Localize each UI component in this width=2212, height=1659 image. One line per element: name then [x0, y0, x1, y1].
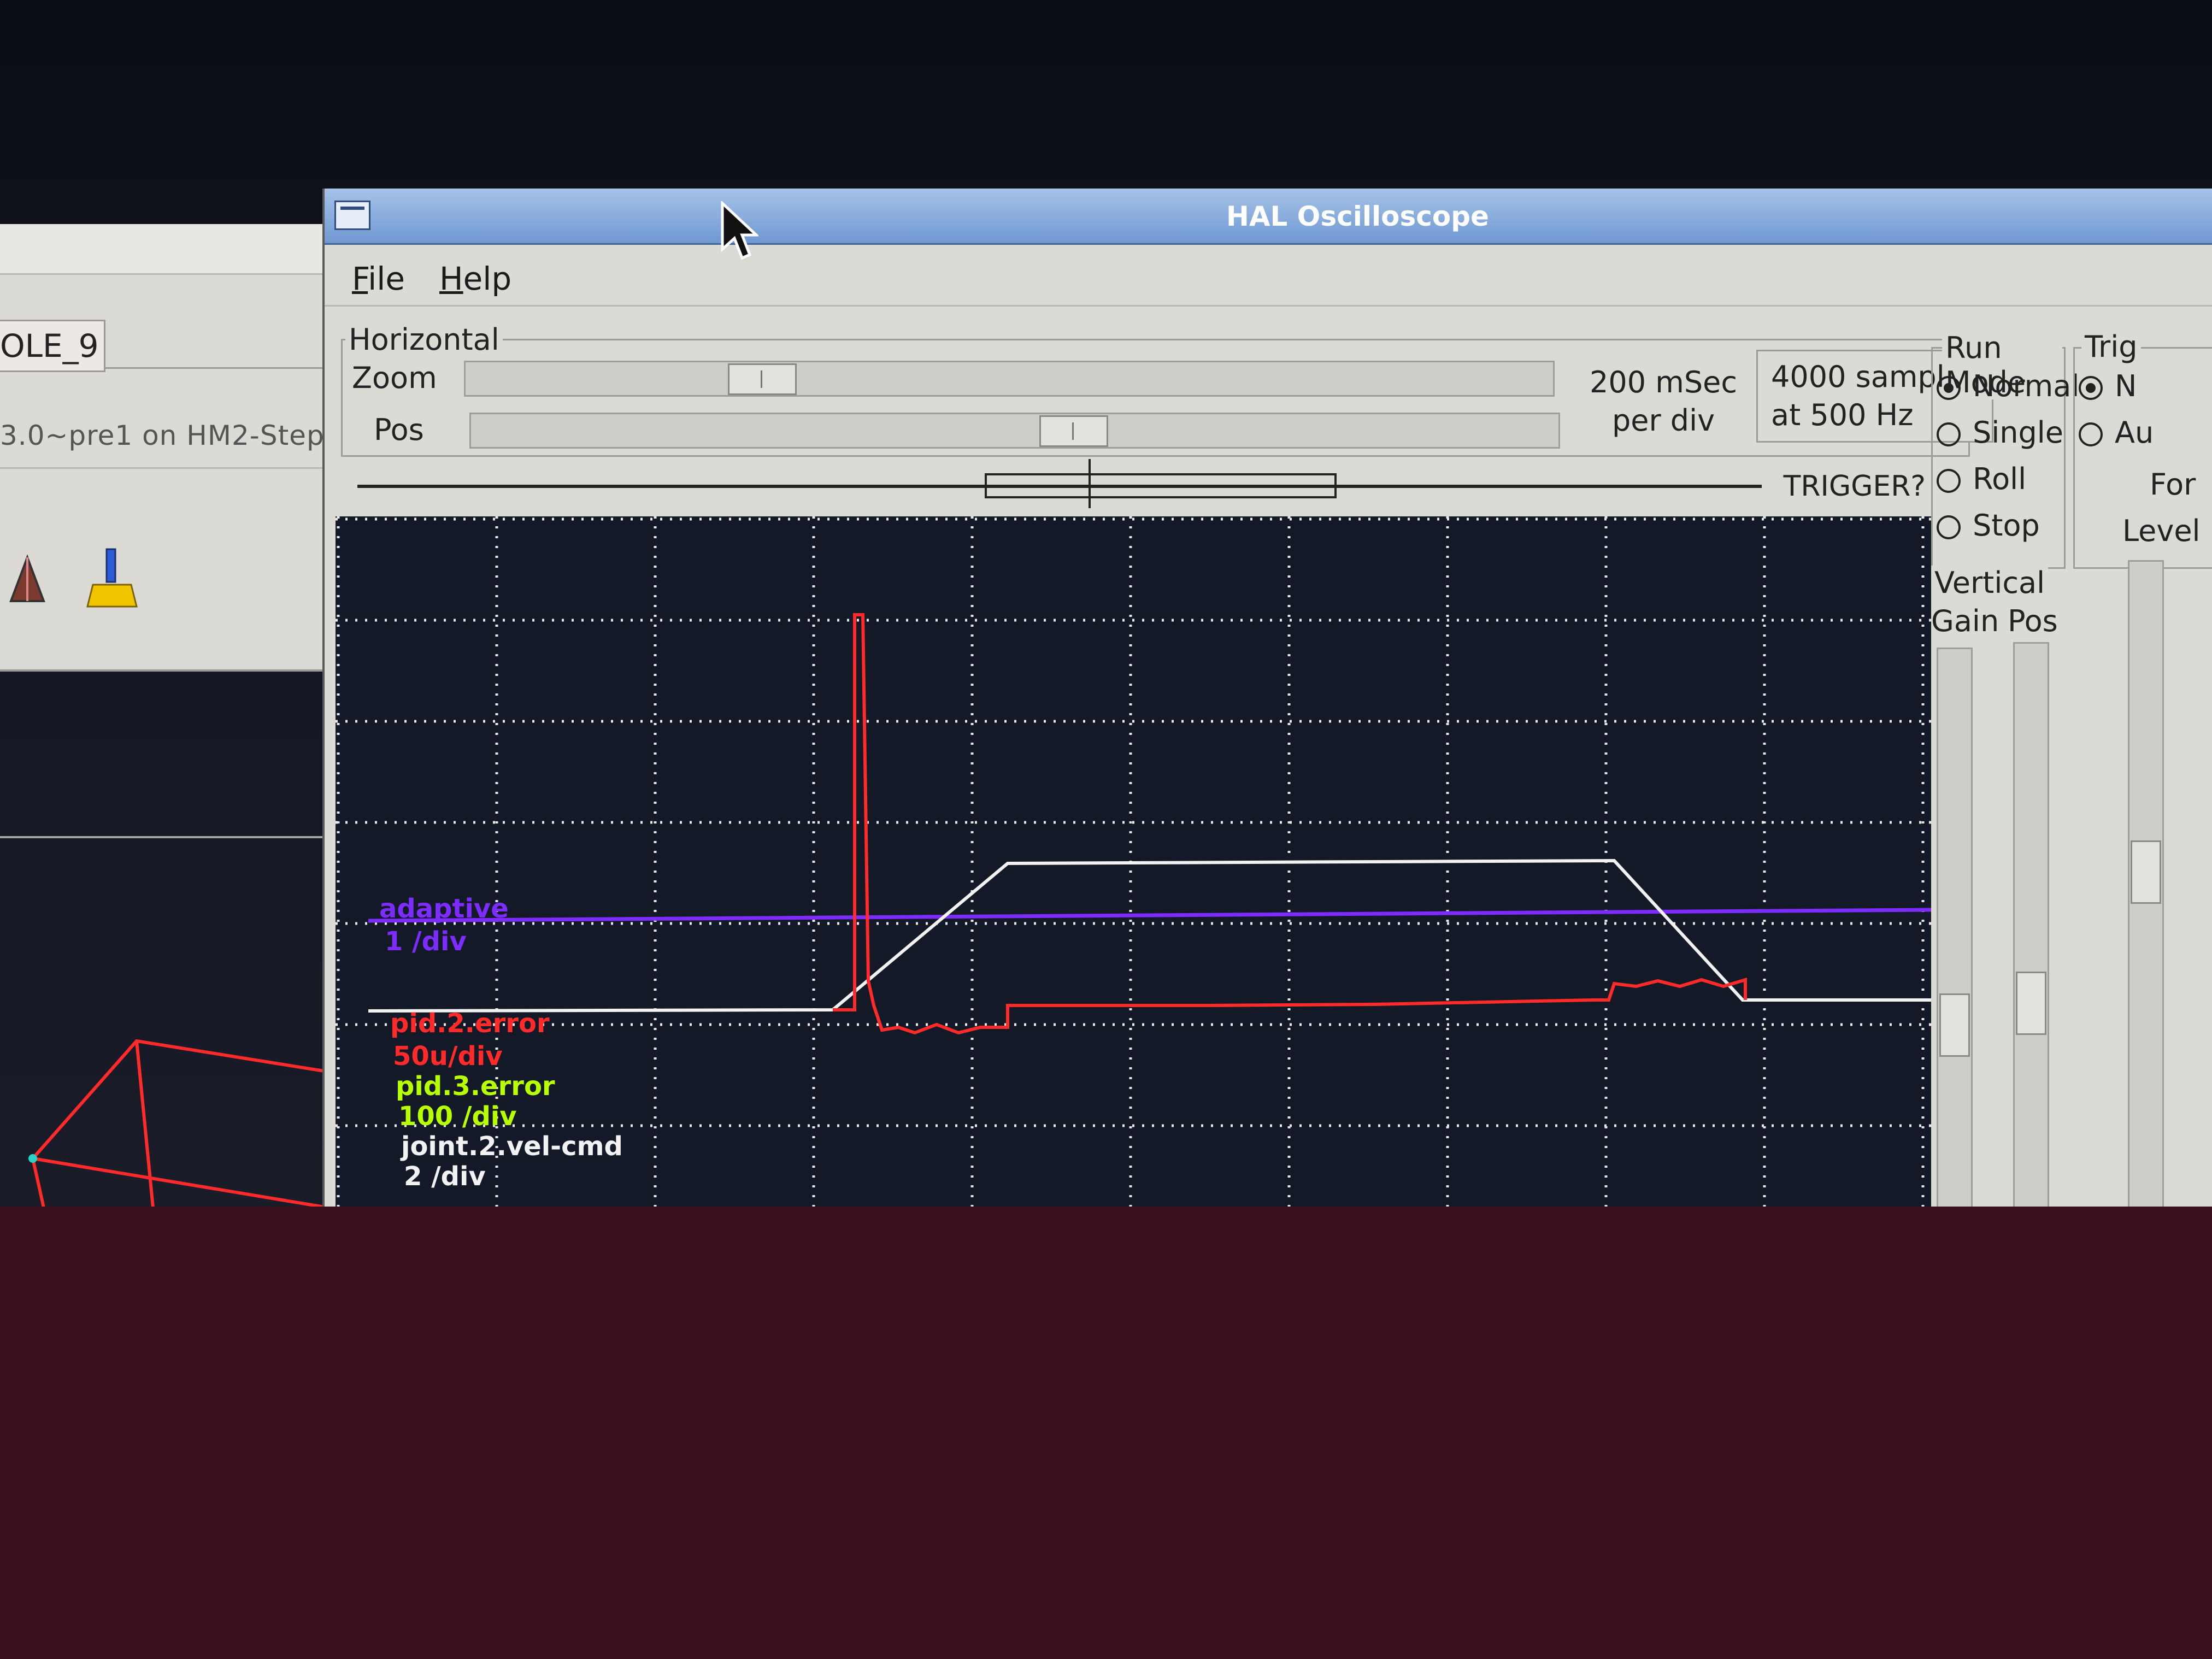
window-title: HAL Oscilloscope	[1226, 201, 1489, 232]
trigger-group-label: Trig	[2081, 330, 2141, 364]
hal-oscilloscope-window: HAL Oscilloscope File Help Horizontal Zo…	[322, 189, 2212, 1207]
trace-adaptive	[368, 908, 1931, 923]
record-position-strip[interactable]: TRIGGER?	[341, 459, 1958, 508]
horizontal-group-label: Horizontal	[345, 322, 503, 357]
trace-label-adaptive[interactable]: adaptive	[379, 893, 509, 924]
vertical-pos-slider[interactable]	[2013, 642, 2049, 1207]
horizontal-pos-slider[interactable]	[469, 413, 1560, 449]
trigger-normal[interactable]: N	[2079, 369, 2137, 403]
zoom-slider-thumb[interactable]	[728, 363, 797, 395]
radio-selected-icon	[2079, 376, 2103, 401]
run-mode-normal[interactable]: Normal	[1937, 369, 2079, 403]
vertical-gain-label: Gain	[1931, 604, 1999, 638]
trigger-level-slider[interactable]	[2128, 560, 2164, 1207]
trace-scale-pid-2-error: 50u/div	[393, 1041, 503, 1072]
background-app-tab[interactable]: OLE_9	[0, 320, 105, 372]
run-mode-single-label: Single	[1973, 415, 2064, 450]
vertical-gain-slider-thumb[interactable]	[1939, 993, 1970, 1057]
radio-selected-icon	[1937, 376, 1961, 401]
radio-icon	[1937, 422, 1961, 447]
scope-display[interactable]: adaptive 1 /div pid.2.error 50u/div pid.…	[336, 516, 1931, 1207]
radio-icon	[2079, 422, 2103, 447]
desktop-screen: OLE_9 3.0~pre1 on HM2-Steppe HAL Oscillo…	[0, 0, 2212, 1207]
trace-joint-2-vel-cmd	[368, 858, 1931, 1013]
zoom-label: Zoom	[352, 361, 437, 395]
clear-brush-icon[interactable]	[82, 546, 142, 612]
radio-icon	[1937, 515, 1961, 540]
zoom-slider[interactable]	[464, 361, 1555, 397]
menu-help[interactable]: Help	[439, 260, 511, 297]
background-app-info: 3.0~pre1 on HM2-Steppe	[0, 420, 360, 451]
timebase-line2: per div	[1611, 403, 1715, 438]
pos-label: Pos	[374, 413, 424, 447]
vertical-pos-slider-thumb[interactable]	[2016, 972, 2046, 1035]
trace-scale-pid-3-error: 100 /div	[398, 1101, 517, 1132]
vertical-pos-label: Pos	[2008, 604, 2058, 638]
force-trigger-button[interactable]: For	[2150, 467, 2196, 502]
window-menu-icon[interactable]	[334, 201, 370, 230]
mouse-cursor-icon	[721, 201, 758, 260]
vertical-group-label: Vertical	[1931, 566, 2049, 600]
run-mode-single[interactable]: Single	[1937, 415, 2063, 450]
trigger-auto-label: Au	[2115, 415, 2154, 450]
menu-file[interactable]: File	[352, 260, 405, 297]
trace-label-joint-2-vel-cmd[interactable]: joint.2.vel-cmd	[401, 1131, 623, 1162]
timebase-line1: 200 mSec	[1589, 365, 1738, 399]
trace-scale-adaptive: 1 /div	[385, 926, 467, 957]
trigger-normal-label: N	[2115, 369, 2137, 403]
vertical-gain-slider[interactable]	[1937, 648, 1973, 1207]
trigger-auto[interactable]: Au	[2079, 415, 2154, 450]
run-mode-roll-label: Roll	[1973, 462, 2027, 496]
trace-scale-joint-2-vel-cmd: 2 /div	[404, 1161, 486, 1192]
run-mode-roll[interactable]: Roll	[1937, 462, 2026, 496]
run-mode-stop-label: Stop	[1973, 508, 2040, 543]
window-titlebar[interactable]: HAL Oscilloscope	[325, 189, 2212, 245]
horizontal-group: Horizontal Zoom Pos 200 mSec per div 400…	[341, 322, 1993, 459]
trigger-level-label: Level	[2122, 514, 2201, 548]
trace-label-pid-2-error[interactable]: pid.2.error	[390, 1008, 550, 1039]
menubar: File Help	[325, 245, 2212, 307]
trigger-level-slider-thumb[interactable]	[2131, 840, 2161, 904]
cone-tool-icon[interactable]	[5, 552, 49, 607]
trace-label-pid-3-error[interactable]: pid.3.error	[396, 1071, 555, 1102]
timebase-value: 200 mSec per div	[1576, 363, 1751, 440]
trigger-status: TRIGGER?	[1783, 470, 1926, 503]
horizontal-pos-slider-thumb[interactable]	[1039, 415, 1108, 447]
run-mode-normal-label: Normal	[1973, 369, 2080, 403]
run-mode-stop[interactable]: Stop	[1937, 508, 2040, 543]
radio-icon	[1937, 469, 1961, 493]
